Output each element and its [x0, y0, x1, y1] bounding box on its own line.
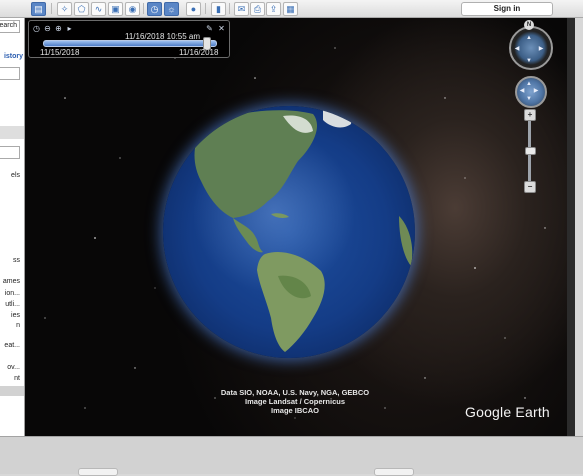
time-slider-track[interactable]: [43, 40, 217, 47]
historical-imagery-icon[interactable]: ◷: [147, 2, 162, 16]
move-down-arrow-icon[interactable]: ▼: [525, 96, 533, 103]
toolbar: ▤ ✧ ⬠ ∿ ▣ ◉ ◷ ☼ ● ▮ ✉ ⎙ ⇪ ▦ Sign in: [0, 0, 583, 18]
settings-wrench-icon[interactable]: ✎: [205, 24, 214, 33]
layer-item[interactable]: eat...: [4, 342, 20, 349]
tilt-down-arrow-icon[interactable]: ▼: [525, 58, 533, 65]
start-date-label: 11/15/2018: [40, 48, 80, 57]
continents: [194, 107, 413, 352]
google-earth-logo: Google Earth: [465, 404, 550, 420]
play-icon[interactable]: ▸: [65, 24, 74, 33]
view-edge: [567, 18, 575, 436]
scroll-knob[interactable]: [78, 468, 118, 476]
placemark-icon[interactable]: ✧: [57, 2, 72, 16]
layer-item[interactable]: ss: [13, 257, 20, 264]
search-button[interactable]: earch: [0, 20, 20, 33]
layer-item[interactable]: ies: [11, 312, 20, 319]
attribution-line: Image Landsat / Copernicus: [244, 397, 346, 406]
attribution-line: Image IBCAO: [271, 406, 319, 415]
rotate-left-arrow-icon[interactable]: ◀: [513, 46, 521, 53]
ruler-icon[interactable]: ▮: [211, 2, 226, 16]
toolbar-divider: [229, 3, 230, 14]
sidebar-toggle-icon[interactable]: ▤: [31, 2, 46, 16]
selected-layer-row[interactable]: [0, 386, 24, 396]
sunlight-icon[interactable]: ☼: [164, 2, 179, 16]
historical-time-slider: ◷ ⊖ ⊕ ▸ ✎ ✕ 11/16/2018 10:55 am 11/15/20…: [28, 20, 230, 58]
layer-item[interactable]: utli...: [5, 301, 20, 308]
zoom-in-time-icon[interactable]: ⊕: [54, 24, 63, 33]
search-input[interactable]: [0, 67, 20, 80]
sidebar: earch istory els ss ames ion... utli... …: [0, 18, 25, 436]
end-date-label: 11/16/2018: [179, 48, 219, 57]
sign-in-button[interactable]: Sign in: [461, 2, 553, 16]
planets-icon[interactable]: ●: [186, 2, 201, 16]
layer-item[interactable]: ov...: [7, 364, 20, 371]
zoom-out-time-icon[interactable]: ⊖: [43, 24, 52, 33]
north-indicator[interactable]: N: [524, 20, 534, 30]
save-image-icon[interactable]: ⇪: [266, 2, 281, 16]
search-button-label: earch: [0, 22, 17, 29]
earth-view[interactable]: Data SIO, NOAA, U.S. Navy, NGA, GEBCO Im…: [25, 18, 575, 436]
move-right-arrow-icon[interactable]: ▶: [532, 88, 540, 95]
maps-icon[interactable]: ▦: [283, 2, 298, 16]
earth-globe[interactable]: [163, 106, 415, 358]
close-icon[interactable]: ✕: [217, 24, 226, 33]
move-left-arrow-icon[interactable]: ◀: [518, 88, 526, 95]
layer-item[interactable]: els: [11, 172, 20, 179]
tilt-up-arrow-icon[interactable]: ▲: [525, 35, 533, 42]
zoom-out-button[interactable]: −: [524, 181, 536, 193]
scroll-knob[interactable]: [374, 468, 414, 476]
zoom-slider-thumb[interactable]: [525, 147, 536, 155]
layer-item[interactable]: ames: [3, 278, 20, 285]
print-icon[interactable]: ⎙: [250, 2, 265, 16]
layer-item[interactable]: ion...: [5, 290, 20, 297]
window-bottom: [0, 436, 583, 476]
image-overlay-icon[interactable]: ▣: [108, 2, 123, 16]
path-icon[interactable]: ∿: [91, 2, 106, 16]
attribution-line: Data SIO, NOAA, U.S. Navy, NGA, GEBCO: [220, 388, 370, 397]
rotate-right-arrow-icon[interactable]: ▶: [537, 46, 545, 53]
layer-item[interactable]: n: [16, 322, 20, 329]
layer-item[interactable]: nt: [14, 375, 20, 382]
record-tour-icon[interactable]: ◉: [125, 2, 140, 16]
imagery-attribution: Data SIO, NOAA, U.S. Navy, NGA, GEBCO Im…: [165, 388, 425, 415]
toolbar-divider: [143, 3, 144, 14]
clock-icon[interactable]: ◷: [32, 24, 41, 33]
email-icon[interactable]: ✉: [234, 2, 249, 16]
toolbar-divider: [205, 3, 206, 14]
move-up-arrow-icon[interactable]: ▲: [525, 81, 533, 88]
zoom-in-button[interactable]: +: [524, 109, 536, 121]
toolbar-divider: [51, 3, 52, 14]
places-panel-header: [0, 126, 24, 139]
history-link[interactable]: istory: [4, 53, 23, 60]
layers-search-input[interactable]: [0, 146, 20, 159]
polygon-icon[interactable]: ⬠: [74, 2, 89, 16]
